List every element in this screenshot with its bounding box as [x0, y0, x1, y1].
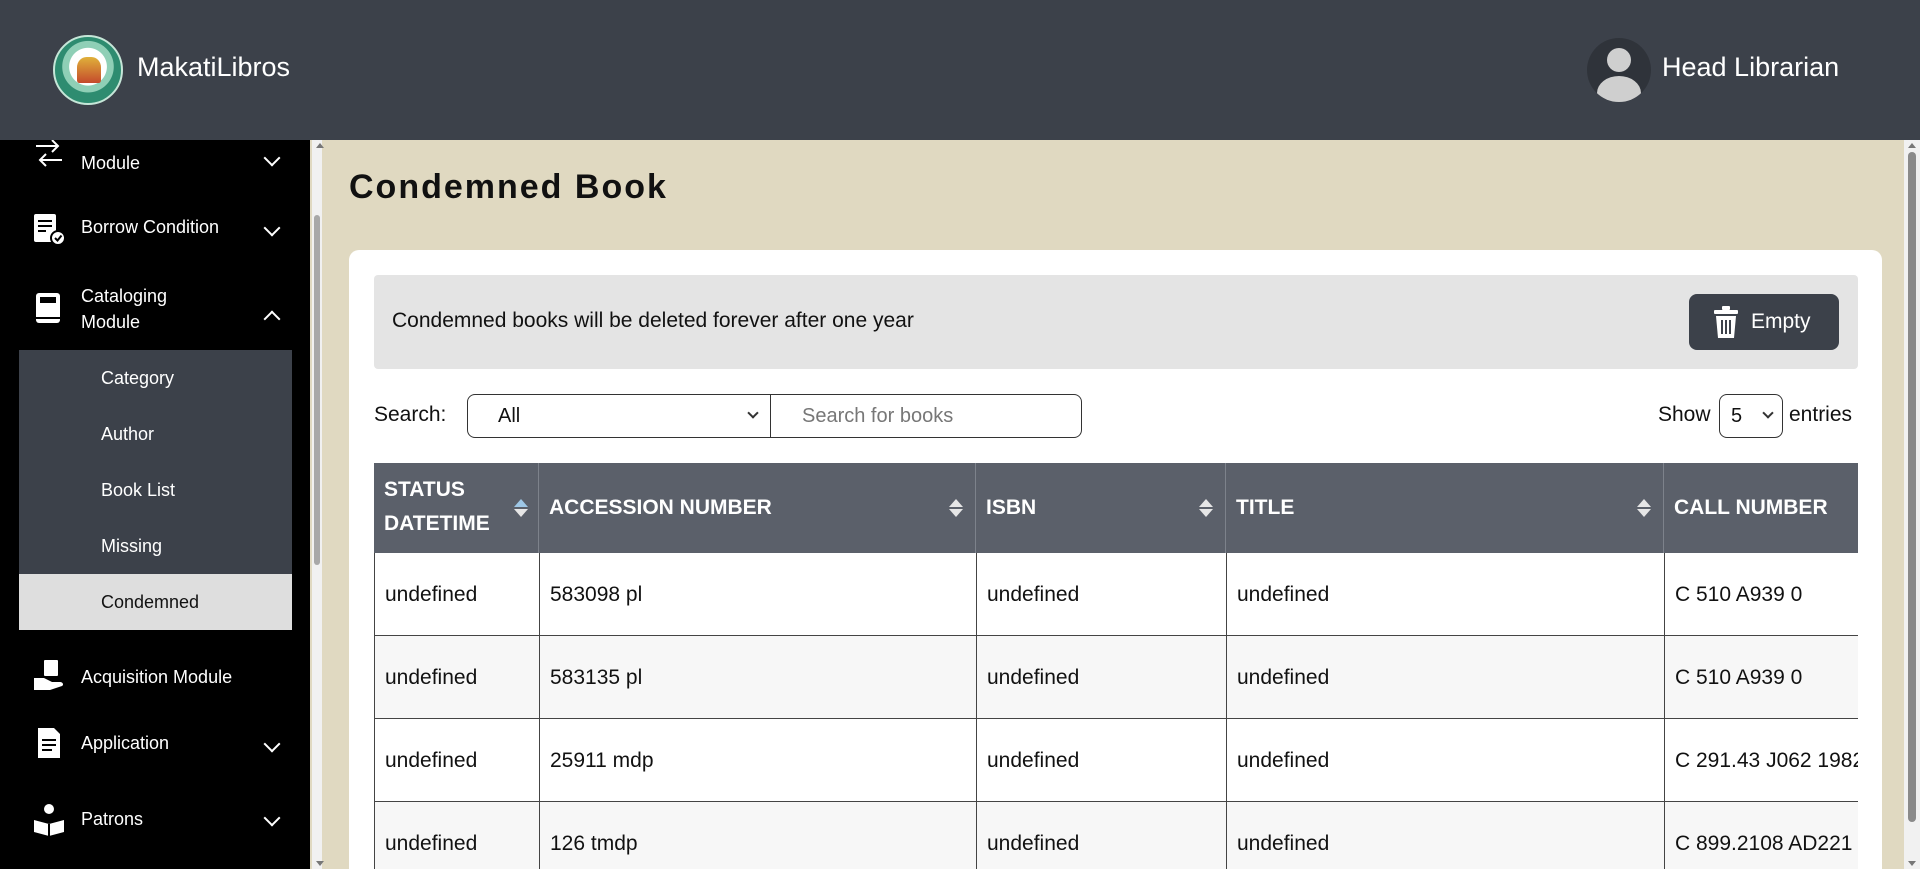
sidebar-item-label: Borrow Condition [81, 217, 220, 237]
cell-title: undefined [1227, 553, 1665, 636]
notice-text: Condemned books will be deleted forever … [392, 309, 914, 332]
chevron-down-icon [1762, 407, 1774, 419]
entries-select[interactable]: 5 [1719, 394, 1783, 438]
book-icon [36, 293, 60, 323]
cell-call-number: C 899.2108 AD221 19 [1665, 802, 1858, 869]
table-row[interactable]: undefined 583135 pl undefined undefined … [374, 636, 1858, 719]
sidebar-item-borrow-condition[interactable]: Borrow Condition [0, 206, 292, 276]
table-row[interactable]: undefined 126 tmdp undefined undefined C… [374, 802, 1858, 869]
chevron-down-icon[interactable] [263, 219, 281, 237]
reader-icon [34, 804, 64, 836]
cell-accession-number: 126 tmdp [540, 802, 977, 869]
sidebar-item-label: Cataloging Module [81, 286, 168, 332]
cell-isbn: undefined [977, 636, 1227, 719]
cell-call-number: C 510 A939 0 [1665, 636, 1858, 719]
trash-icon [1714, 306, 1738, 338]
cell-status-datetime: undefined [375, 802, 540, 869]
submenu-item-condemned[interactable]: Condemned [19, 574, 292, 630]
sidebar-scrollbar[interactable] [312, 140, 324, 869]
search-input[interactable]: Search for books [770, 394, 1082, 438]
submenu-item-book-list[interactable]: Book List [19, 462, 292, 518]
table-row[interactable]: undefined 583098 pl undefined undefined … [374, 553, 1858, 636]
sidebar-item-module[interactable]: Module [0, 140, 292, 210]
sidebar-item-label: Application [81, 733, 170, 753]
sort-icon[interactable] [514, 499, 528, 517]
submenu-item-category[interactable]: Category [19, 350, 292, 406]
cell-isbn: undefined [977, 719, 1227, 802]
cell-isbn: undefined [977, 802, 1227, 869]
chevron-down-icon[interactable] [263, 735, 281, 753]
sidebar-item-label: Patrons [81, 809, 144, 829]
column-header-status-datetime[interactable]: STATUS DATETIME [374, 463, 539, 553]
chevron-up-icon[interactable] [263, 310, 281, 328]
library-logo [53, 35, 123, 105]
condemned-books-table: STATUS DATETIME ACCESSION NUMBER ISBN TI… [374, 463, 1858, 869]
user-avatar-icon[interactable] [1587, 38, 1651, 102]
table-header: STATUS DATETIME ACCESSION NUMBER ISBN TI… [374, 463, 1858, 553]
transfer-icon [36, 140, 62, 167]
sidebar-item-application[interactable]: Application [0, 716, 292, 782]
cell-title: undefined [1227, 719, 1665, 802]
search-label: Search: [374, 403, 447, 426]
sidebar-item-cataloging-module[interactable]: Cataloging Module [0, 283, 292, 349]
cataloging-submenu: Category Author Book List Missing Condem… [19, 350, 292, 630]
sidebar-item-label: Acquisition Module [81, 667, 233, 687]
sidebar: Module Borrow Condition Cataloging Modul… [0, 140, 310, 869]
show-label: Show [1658, 403, 1711, 426]
user-role-label[interactable]: Head Librarian [1662, 52, 1839, 83]
submenu-item-author[interactable]: Author [19, 406, 292, 462]
empty-button-label: Empty [1751, 310, 1811, 333]
column-header-accession-number[interactable]: ACCESSION NUMBER [539, 463, 976, 553]
notice-banner: Condemned books will be deleted forever … [374, 275, 1858, 369]
cell-accession-number: 583098 pl [540, 553, 977, 636]
brand-name[interactable]: MakatiLibros [137, 52, 290, 83]
sidebar-item-acquisition-module[interactable]: Acquisition Module [0, 648, 292, 708]
sort-icon[interactable] [949, 499, 963, 517]
cell-title: undefined [1227, 802, 1665, 869]
entries-value: 5 [1731, 405, 1743, 427]
page-title: Condemned Book [349, 168, 668, 206]
cell-accession-number: 25911 mdp [540, 719, 977, 802]
search-filter-select[interactable]: All [467, 394, 772, 438]
column-header-title[interactable]: TITLE [1226, 463, 1664, 553]
search-filter-value: All [498, 405, 521, 427]
hand-book-icon [34, 660, 64, 690]
chevron-down-icon [747, 407, 759, 419]
column-header-call-number[interactable]: CALL NUMBER [1664, 463, 1858, 553]
entries-label: entries [1789, 403, 1853, 426]
cell-status-datetime: undefined [375, 553, 540, 636]
chevron-down-icon[interactable] [263, 809, 281, 827]
submenu-item-missing[interactable]: Missing [19, 518, 292, 574]
sidebar-item-label: Module [81, 153, 141, 173]
sidebar-item-patrons[interactable]: Patrons [0, 790, 292, 860]
cell-call-number: C 510 A939 0 [1665, 553, 1858, 636]
cell-status-datetime: undefined [375, 636, 540, 719]
form-icon [38, 728, 60, 758]
cell-isbn: undefined [977, 553, 1227, 636]
chevron-down-icon[interactable] [263, 149, 281, 167]
cell-status-datetime: undefined [375, 719, 540, 802]
document-check-icon [34, 214, 66, 246]
table-row[interactable]: undefined 25911 mdp undefined undefined … [374, 719, 1858, 802]
column-header-isbn[interactable]: ISBN [976, 463, 1226, 553]
sort-icon[interactable] [1199, 499, 1213, 517]
empty-button[interactable]: Empty [1689, 294, 1839, 350]
sort-icon[interactable] [1637, 499, 1651, 517]
cell-accession-number: 583135 pl [540, 636, 977, 719]
cell-title: undefined [1227, 636, 1665, 719]
page-scrollbar[interactable] [1904, 140, 1920, 869]
top-bar: MakatiLibros Head Librarian [0, 0, 1920, 140]
cell-call-number: C 291.43 J062 1982 [1665, 719, 1858, 802]
content-card: Condemned books will be deleted forever … [349, 250, 1882, 869]
